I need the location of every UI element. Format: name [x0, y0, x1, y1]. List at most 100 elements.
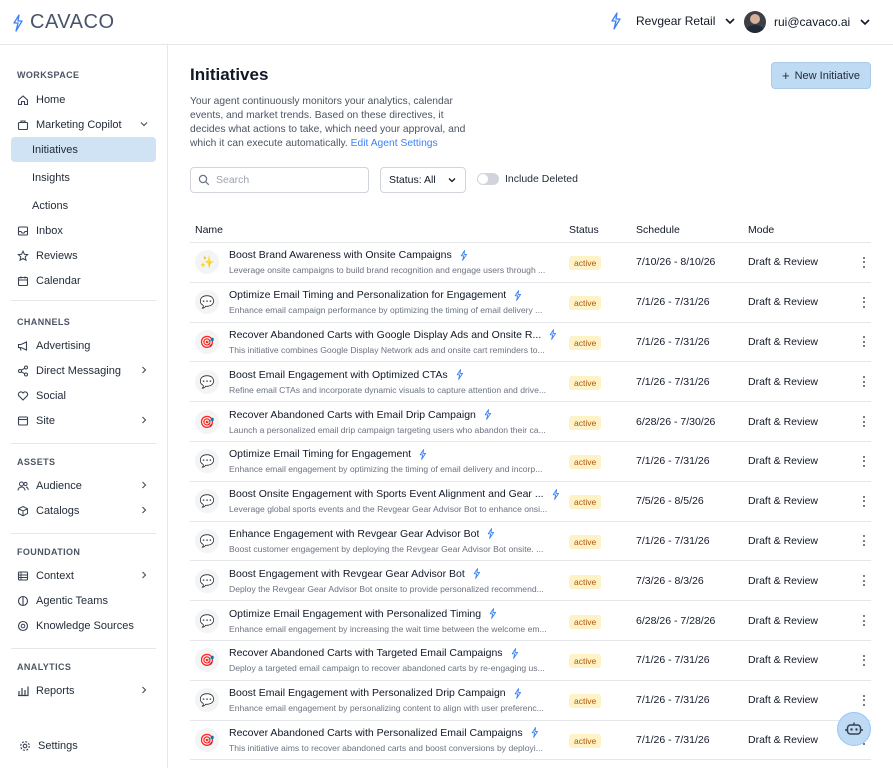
sidebar-item-context[interactable]: Context [11, 563, 156, 588]
row-menu-button[interactable] [858, 495, 870, 507]
initiative-title[interactable]: Optimize Email Timing and Personalizatio… [229, 289, 506, 301]
sidebar-item-advertising[interactable]: Advertising [11, 333, 156, 358]
sidebar-item-direct-messaging[interactable]: Direct Messaging [11, 358, 156, 383]
gear-icon [19, 740, 31, 752]
sidebar-item-settings[interactable]: Settings [13, 733, 158, 758]
row-menu-button[interactable] [858, 455, 870, 467]
bar-chart-icon [17, 685, 29, 697]
sidebar-item-audience[interactable]: Audience [11, 473, 156, 498]
edit-agent-settings-link[interactable]: Edit Agent Settings [351, 138, 438, 149]
table-row[interactable]: 💬 Optimize Email Timing and Personalizat… [190, 283, 871, 323]
row-menu-button[interactable] [858, 575, 870, 587]
table-row[interactable]: 🎯 Recover Abandoned Carts with Email Dri… [190, 402, 871, 442]
status-filter-select[interactable]: Status: All [380, 167, 466, 193]
bolt-icon [514, 687, 521, 699]
sidebar-item-inbox[interactable]: Inbox [11, 218, 156, 243]
row-menu-button[interactable] [858, 416, 870, 428]
table-row[interactable]: 💬 Boost Email Engagement with Personaliz… [190, 681, 871, 721]
row-menu-button[interactable] [858, 694, 870, 706]
kebab-menu-icon [863, 575, 866, 587]
row-menu-button[interactable] [858, 256, 870, 268]
include-deleted-toggle[interactable] [477, 173, 499, 185]
page-title: Initiatives [190, 65, 269, 84]
heart-icon [17, 390, 29, 402]
sidebar-item-initiatives[interactable]: Initiatives [11, 137, 156, 162]
kebab-menu-icon [863, 535, 866, 547]
table-row[interactable]: 🎯 Recover Abandoned Carts with Google Di… [190, 323, 871, 363]
initiative-title[interactable]: Recover Abandoned Carts with Email Drip … [229, 409, 476, 421]
sidebar-item-social[interactable]: Social [11, 383, 156, 408]
mode-cell: Draft & Review [748, 296, 819, 309]
column-header-status[interactable]: Status [569, 224, 636, 236]
row-menu-button[interactable] [858, 615, 870, 627]
sidebar-item-insights[interactable]: Insights [11, 165, 156, 190]
status-badge: active [569, 415, 602, 430]
column-header-name[interactable]: Name [190, 224, 569, 236]
row-menu-button[interactable] [858, 336, 870, 348]
chevron-right-icon [142, 416, 147, 424]
initiative-title[interactable]: Boost Engagement with Revgear Gear Advis… [229, 568, 465, 580]
sidebar-item-reports[interactable]: Reports [11, 678, 156, 703]
sidebar-item-reviews[interactable]: Reviews [11, 243, 156, 268]
row-menu-button[interactable] [858, 535, 870, 547]
initiative-title[interactable]: Boost Brand Awareness with Onsite Campai… [229, 249, 452, 261]
org-switcher[interactable]: Revgear Retail [610, 12, 737, 30]
sidebar-item-calendar[interactable]: Calendar [11, 268, 156, 293]
sidebar-item-marketing-copilot[interactable]: Marketing Copilot [11, 112, 156, 137]
initiative-title[interactable]: Recover Abandoned Carts with Personalize… [229, 727, 523, 739]
chevron-right-icon [142, 366, 147, 374]
table-row[interactable]: 💬 Boost Engagement with Revgear Gear Adv… [190, 561, 871, 602]
assistant-bot-button[interactable] [837, 712, 871, 746]
table-row[interactable]: 💬 Boost Email Engagement with Optimized … [190, 362, 871, 403]
table-row[interactable]: 💬 Enhance Engagement with Revgear Gear A… [190, 522, 871, 562]
initiative-title[interactable]: Recover Abandoned Carts with Targeted Em… [229, 647, 503, 659]
initiative-title[interactable]: Boost Email Engagement with Personalized… [229, 687, 506, 699]
sidebar-item-label: Context [36, 569, 74, 582]
user-menu[interactable]: rui@cavaco.ai [744, 11, 872, 33]
table-row[interactable]: ✨ Boost Brand Awareness with Onsite Camp… [190, 243, 871, 283]
initiative-name-cell: Recover Abandoned Carts with Email Drip … [229, 409, 569, 435]
column-header-schedule[interactable]: Schedule [636, 224, 748, 236]
initiative-description: This initiative aims to recover abandone… [229, 742, 543, 753]
sidebar-item-home[interactable]: Home [11, 87, 156, 112]
mode-cell: Draft & Review [748, 335, 819, 348]
row-menu-button[interactable] [858, 376, 870, 388]
row-menu-button[interactable] [858, 654, 870, 666]
divider [11, 300, 156, 301]
initiative-title[interactable]: Boost Email Engagement with Optimized CT… [229, 369, 448, 381]
initiative-title-line: Boost Email Engagement with Optimized CT… [229, 369, 569, 381]
table-row[interactable]: 💬 Optimize Email Engagement with Persona… [190, 601, 871, 641]
status-badge: active [569, 654, 602, 669]
table-row[interactable]: 💬 Boost Onsite Engagement with Sports Ev… [190, 482, 871, 522]
chevron-down-icon [448, 178, 456, 183]
sidebar-item-actions[interactable]: Actions [11, 193, 156, 218]
initiative-title[interactable]: Enhance Engagement with Revgear Gear Adv… [229, 528, 479, 540]
agent-icon [17, 595, 29, 607]
search-icon [198, 174, 210, 186]
sidebar-item-knowledge-sources[interactable]: Knowledge Sources [11, 613, 156, 638]
kebab-menu-icon [863, 654, 866, 666]
home-icon [17, 94, 29, 106]
bolt-icon [489, 608, 497, 619]
initiative-title[interactable]: Optimize Email Engagement with Personali… [229, 608, 481, 620]
new-initiative-button[interactable]: + New Initiative [771, 62, 871, 89]
search-input[interactable] [216, 174, 356, 186]
sidebar-item-agentic-teams[interactable]: Agentic Teams [11, 588, 156, 613]
logo[interactable]: CAVACO [12, 11, 115, 34]
initiative-title[interactable]: Recover Abandoned Carts with Google Disp… [229, 329, 541, 341]
sidebar-item-site[interactable]: Site [11, 408, 156, 433]
initiative-name-cell: Recover Abandoned Carts with Google Disp… [229, 329, 569, 355]
sidebar-item-catalogs[interactable]: Catalogs [11, 498, 156, 523]
initiative-title[interactable]: Boost Onsite Engagement with Sports Even… [229, 488, 544, 500]
database-icon [17, 570, 29, 582]
speech-bubble-icon: 💬 [195, 688, 219, 713]
table-row[interactable]: 💬 Optimize Email Timing for Engagement E… [190, 442, 871, 482]
row-menu-button[interactable] [858, 296, 870, 308]
sidebar-item-label: Knowledge Sources [36, 619, 134, 632]
sidebar-item-label: Insights [32, 171, 70, 184]
megaphone-icon [17, 340, 29, 352]
table-row[interactable]: 🎯 Recover Abandoned Carts with Personali… [190, 721, 871, 761]
initiative-title[interactable]: Optimize Email Timing for Engagement [229, 448, 411, 460]
column-header-mode[interactable]: Mode [748, 224, 858, 236]
table-row[interactable]: 🎯 Recover Abandoned Carts with Targeted … [190, 641, 871, 681]
